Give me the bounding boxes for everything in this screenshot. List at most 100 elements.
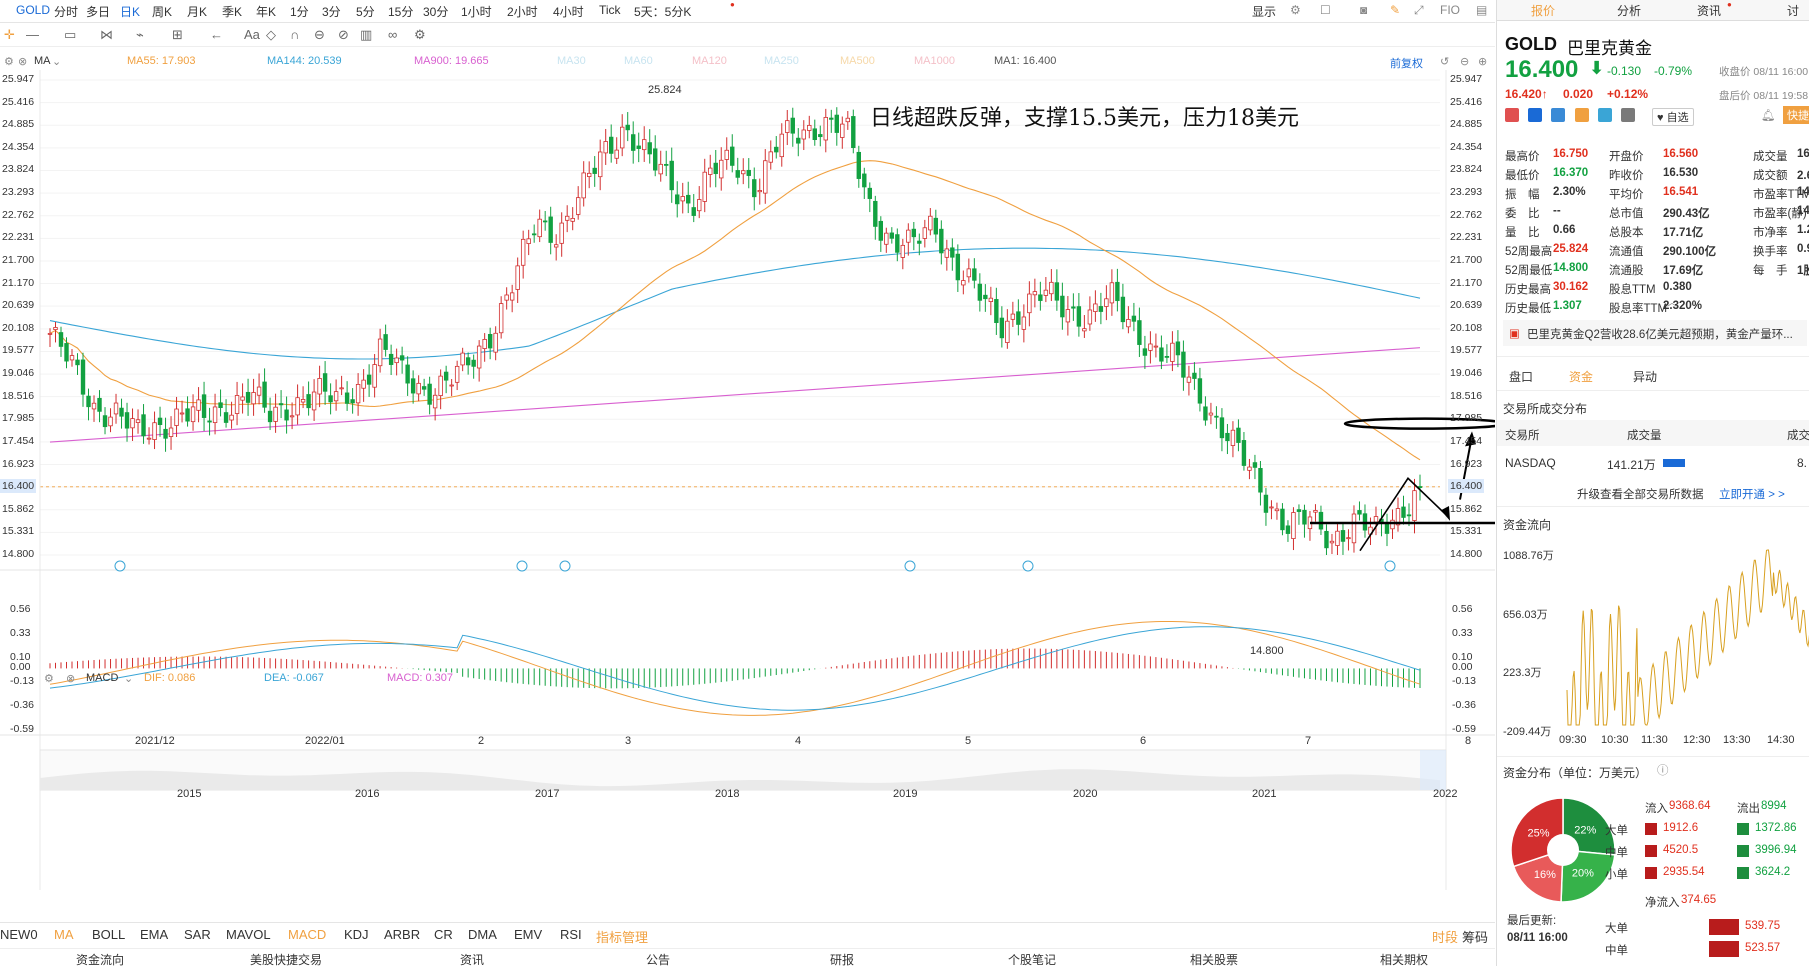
indicator-tab[interactable]: RSI [560,927,582,942]
info-tab[interactable]: 公告 [646,951,670,968]
lightning-icon[interactable] [1528,108,1543,122]
period-tab[interactable]: 1小时 [461,3,492,20]
fib-tool-icon[interactable]: ⋈ [100,27,113,43]
indicator-tab[interactable]: EMV [514,927,542,942]
period-tab[interactable]: 年K [256,3,276,20]
fio-label[interactable]: FIO [1440,3,1460,17]
lock-icon[interactable]: ⊖ [314,27,325,43]
ma-indicator-label[interactable]: MA [34,55,51,67]
settings-small-icon[interactable]: ⚙ [414,27,426,43]
indicator-manage[interactable]: 指标管理 [596,927,648,946]
eraser-tool-icon[interactable]: ◇ [266,27,276,43]
symbol-label[interactable]: GOLD [16,3,50,17]
rect-tool-icon[interactable]: ▭ [64,27,76,43]
period-tab[interactable]: 3分 [322,3,341,20]
sidebar-toggle-icon[interactable]: ▤ [1476,3,1487,17]
upgrade-link[interactable]: 立即开通 > > [1719,486,1785,502]
collapse-icon[interactable]: ︿ [1667,294,1677,309]
crosshair-icon[interactable]: ✛ [4,27,15,43]
candle-body [1043,289,1049,296]
period-tab[interactable]: 分时 [54,3,78,20]
period-tab[interactable]: 月K [187,3,207,20]
chart-icon[interactable] [1574,108,1589,122]
info-tab[interactable]: 个股笔记 [1008,951,1056,968]
subtab-movement[interactable]: 异动 [1633,368,1657,385]
gear-icon[interactable]: ⚙ [1290,3,1301,17]
hide-icon[interactable]: ⊘ [338,27,349,43]
adjust-label[interactable]: 前复权 [1390,55,1423,71]
help-icon[interactable]: ⓘ [1657,762,1669,778]
close-icon[interactable]: ⊗ [66,672,75,685]
period-tab[interactable]: 5分 [356,3,375,20]
indicator-tab[interactable]: MAVOL [226,927,271,942]
magnet-icon[interactable]: ∩ [290,27,299,42]
measure-tool-icon[interactable]: ⊞ [172,27,183,43]
subtab-book[interactable]: 盘口 [1509,368,1533,385]
display-menu[interactable]: 显示 [1252,3,1276,20]
watch-button[interactable]: ♥ 自选 [1652,108,1694,126]
undo-icon[interactable]: ↺ [1440,55,1449,68]
share-icon[interactable] [1597,108,1612,122]
period-tab[interactable]: 季K [222,3,242,20]
info-tab[interactable]: 资讯 [460,951,484,968]
indicator-tab[interactable]: CR [434,927,453,942]
line-tool-icon[interactable]: — [26,27,39,42]
tab-quote[interactable]: 报价 [1531,2,1555,19]
pen-icon[interactable]: ✎ [1390,3,1400,17]
indicator-tab[interactable]: NEW0 [0,927,38,942]
period-tab[interactable]: 4小时 [553,3,584,20]
period-tab[interactable]: 周K [152,3,172,20]
period-tab[interactable]: 15分 [388,3,413,20]
chevron-down-icon[interactable]: ⌄ [124,672,133,685]
indicator-tab[interactable]: DMA [468,927,497,942]
period-tab[interactable]: 30分 [423,3,448,20]
checkbox-icon[interactable]: ☐ [1320,3,1331,17]
tab-analysis[interactable]: 分析 [1617,2,1641,19]
session-tab[interactable]: 时段 [1432,927,1458,946]
info-tab[interactable]: 美股快捷交易 [250,951,322,968]
indicator-tab[interactable]: SAR [184,927,211,942]
period-tab[interactable]: 5天：5分K [634,3,691,20]
text-tool-icon[interactable]: Aa [244,27,260,42]
subtab-capital[interactable]: 资金 [1569,368,1593,385]
trash-icon[interactable]: ▥ [360,27,372,43]
info-tab[interactable]: 研报 [830,951,854,968]
tab-news[interactable]: 资讯 [1697,2,1721,19]
period-tab-active[interactable]: 日K [120,3,140,20]
indicator-tab[interactable]: ARBR [384,927,420,942]
bell-icon[interactable]: 🔔︎ [1761,108,1776,122]
info-tab[interactable]: 资金流向 [76,951,124,968]
indicator-tab-active[interactable]: MA [54,927,74,942]
candle-body [190,406,196,423]
flag-icon[interactable] [1505,108,1519,122]
info-tab[interactable]: 相关期权 [1380,951,1428,968]
indicator-tab[interactable]: KDJ [344,927,369,942]
pattern-tool-icon[interactable]: ⌁ [136,27,144,43]
zoom-out-icon[interactable]: ⊖ [1460,55,1469,68]
indicator-tab[interactable]: EMA [140,927,168,942]
indicator-tab-active[interactable]: MACD [288,927,326,942]
s-icon[interactable] [1551,108,1566,122]
zoom-in-icon[interactable]: ⊕ [1478,55,1487,68]
arrow-tool-icon[interactable]: ← [210,27,223,42]
period-tab[interactable]: 1分 [290,3,309,20]
settings-icon[interactable]: ⚙ [44,672,54,685]
macd-indicator-label[interactable]: MACD [86,672,118,684]
period-tab[interactable]: 多日 [86,3,110,20]
chips-tab[interactable]: 筹码 [1462,927,1488,946]
tab-discuss[interactable]: 讨 [1787,2,1799,19]
indicator-tab[interactable]: BOLL [92,927,125,942]
period-tab[interactable]: 2小时 [507,3,538,20]
period-tab[interactable]: Tick [599,3,621,17]
low-label: 14.800 [1250,645,1284,657]
link-icon[interactable]: ∞ [388,27,397,42]
info-tab[interactable]: 相关股票 [1190,951,1238,968]
expand-icon[interactable]: ⤢ [1414,3,1424,18]
chevron-down-icon[interactable]: ⌄ [52,55,61,68]
news-banner[interactable]: ▣ 巴里克黄金Q2营收28.6亿美元超预期，黄金产量环... [1503,320,1807,346]
fast-trade-button[interactable]: 快捷 [1783,106,1809,124]
camera-icon[interactable]: ◙ [1360,3,1367,17]
settings-icon[interactable]: ⚙ [4,55,14,68]
close-icon[interactable]: ⊗ [18,55,27,68]
doc-icon[interactable] [1621,108,1636,122]
